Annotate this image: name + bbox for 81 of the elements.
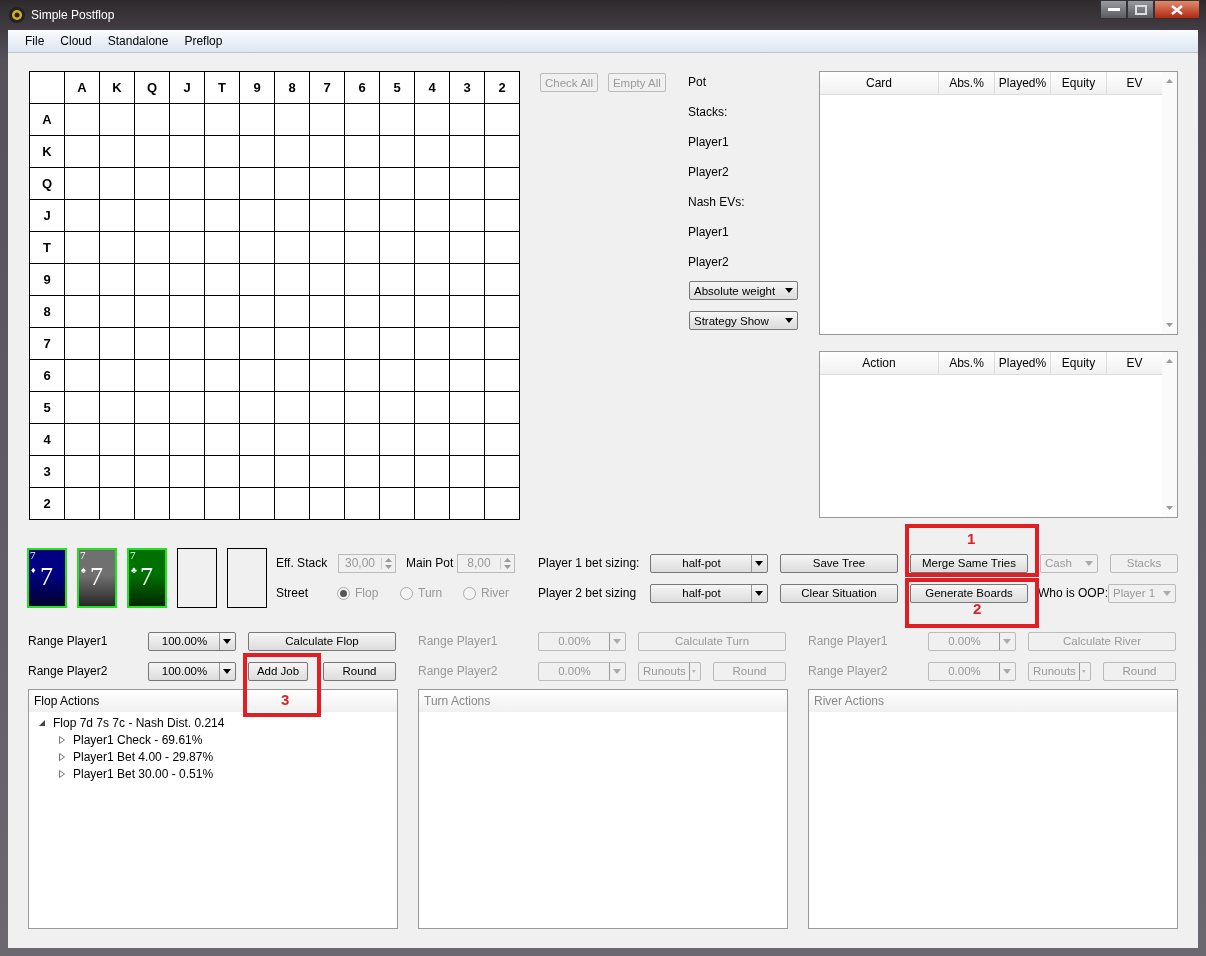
tree-item[interactable]: Player1 Bet 30.00 - 0.51% [29, 765, 214, 782]
grid-row-header: 2 [30, 488, 65, 520]
tree-item[interactable]: Player1 Check - 69.61% [29, 731, 203, 748]
grid-row-header: J [30, 200, 65, 232]
grid-column-header: 6 [345, 72, 380, 104]
grid-column-header: T [205, 72, 240, 104]
grid-row-header: 8 [30, 296, 65, 328]
column-header[interactable]: Equity [1050, 352, 1106, 374]
range-label: Range Player1 [808, 634, 889, 648]
tree-item[interactable]: Flop 7d 7s 7c - Nash Dist. 0.214 [29, 714, 225, 731]
grid-row-header: Q [30, 168, 65, 200]
grid-row-header: 4 [30, 424, 65, 456]
column-header[interactable]: Action [820, 352, 938, 374]
field-label: Player 1 bet sizing: [538, 556, 641, 570]
grid-column-header: J [170, 72, 205, 104]
bet-sizing-dropdown[interactable]: half-pot [650, 583, 768, 603]
menu-item[interactable]: Preflop [176, 34, 231, 48]
grid-row-header: 7 [30, 328, 65, 360]
column-header[interactable]: Equity [1050, 72, 1106, 94]
grid-row-header: T [30, 232, 65, 264]
grid-row-header: 3 [30, 456, 65, 488]
range-dropdown[interactable]: 100.00% [148, 631, 236, 651]
grid-column-header: 7 [310, 72, 345, 104]
range-dropdown[interactable]: 100.00% [148, 661, 236, 681]
field-label: Main Pot [406, 556, 455, 570]
grid-column-header: 5 [380, 72, 415, 104]
view-dropdown[interactable]: Absolute weight [689, 281, 798, 300]
grid-column-header: K [100, 72, 135, 104]
annotation-number: 2 [973, 601, 982, 617]
annotation-number: 1 [967, 530, 976, 547]
action-button[interactable]: Generate Boards [910, 583, 1028, 603]
bet-sizing-dropdown[interactable]: half-pot [650, 553, 768, 573]
info-label: Player2 [688, 165, 729, 179]
view-dropdown[interactable]: Strategy Show [689, 311, 798, 330]
field-label: Eff. Stack [276, 556, 329, 570]
field-label: Who is OOP: [1038, 585, 1108, 601]
grid-column-header: 3 [450, 72, 485, 104]
menu-item[interactable]: Standalone [99, 34, 177, 48]
column-header[interactable]: Played% [994, 72, 1050, 94]
calculate-button[interactable]: Calculate Flop [248, 631, 396, 651]
playing-card[interactable]: 7 ♦ 7 [27, 548, 67, 608]
column-header[interactable]: Abs.% [938, 72, 994, 94]
info-label: Nash EVs: [688, 195, 745, 209]
menu-item[interactable]: File [17, 34, 53, 48]
grid-row-header: 9 [30, 264, 65, 296]
action-button[interactable]: Merge Same Tries [910, 553, 1028, 573]
grid-row-header: 6 [30, 360, 65, 392]
range-label: Range Player2 [418, 664, 499, 678]
range-label: Range Player1 [418, 634, 499, 648]
grid-row-header: 5 [30, 392, 65, 424]
column-header[interactable]: Abs.% [938, 352, 994, 374]
menu-item[interactable]: Cloud [52, 34, 100, 48]
playing-card[interactable]: 7 ♣7 [127, 548, 167, 608]
info-label: Stacks: [688, 105, 728, 119]
field-label: Player 2 bet sizing [538, 586, 638, 600]
info-label: Player1 [688, 225, 729, 239]
grid-column-header: 8 [275, 72, 310, 104]
info-label: Pot [688, 75, 706, 89]
grid-column-header: 9 [240, 72, 275, 104]
range-label: Range Player1 [28, 634, 109, 648]
add-job-button[interactable]: Add Job [248, 661, 308, 681]
range-label: Range Player2 [28, 664, 109, 678]
round-button[interactable]: Round [323, 661, 396, 681]
action-button[interactable]: Save Tree [780, 553, 898, 573]
column-header[interactable]: Played% [994, 352, 1050, 374]
info-label: Player2 [688, 255, 729, 269]
grid-column-header: 4 [415, 72, 450, 104]
range-label: Range Player2 [808, 664, 889, 678]
grid-column-header: Q [135, 72, 170, 104]
playing-card[interactable]: 7 ♠ 7 [77, 548, 117, 608]
grid-row-header: A [30, 104, 65, 136]
field-label: Street [276, 586, 309, 600]
grid-column-header: A [65, 72, 100, 104]
tree-item[interactable]: Player1 Bet 4.00 - 29.87% [29, 748, 214, 765]
column-header[interactable]: Card [820, 72, 938, 94]
grid-row-header: K [30, 136, 65, 168]
window-title: Simple Postflop [31, 8, 115, 22]
grid-column-header: 2 [485, 72, 520, 104]
action-button[interactable]: Clear Situation [780, 583, 898, 603]
annotation-number: 3 [281, 691, 290, 708]
info-label: Player1 [688, 135, 729, 149]
